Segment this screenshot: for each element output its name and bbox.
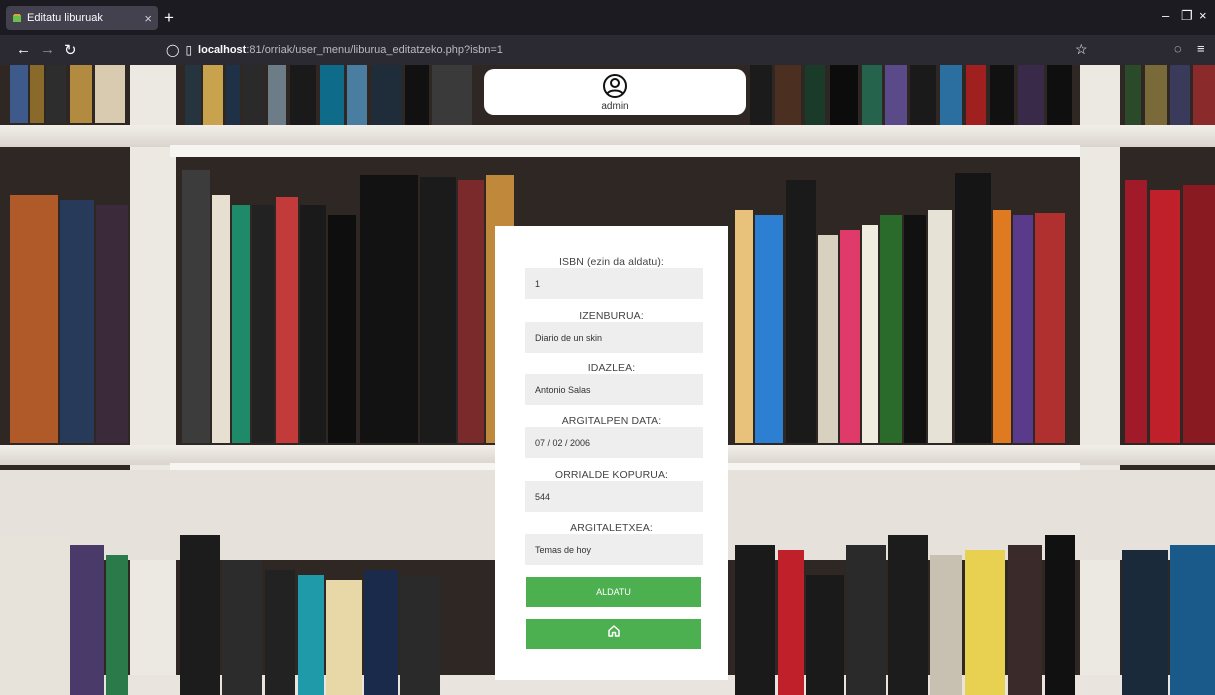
user-badge[interactable]: admin bbox=[484, 69, 746, 115]
url-bar[interactable]: ◯ ▯ localhost:81/orriak/user_menu/liburu… bbox=[158, 38, 1098, 62]
home-button[interactable] bbox=[526, 619, 701, 649]
page-count-field[interactable] bbox=[525, 481, 703, 512]
page-icon: ▯ bbox=[185, 43, 193, 57]
edit-book-form: ISBN (ezin da aldatu): IZENBURUA: IDAZLE… bbox=[495, 226, 728, 680]
back-arrow-icon[interactable]: ← bbox=[16, 41, 31, 58]
author-field[interactable] bbox=[525, 374, 703, 405]
home-icon bbox=[607, 620, 621, 650]
tab-title: Editatu liburuak bbox=[27, 12, 103, 24]
forward-arrow-icon[interactable]: → bbox=[40, 41, 55, 58]
submit-button[interactable]: ALDATU bbox=[526, 577, 701, 607]
window-close-button[interactable]: × bbox=[1199, 8, 1207, 23]
title-label: IZENBURUA: bbox=[579, 310, 644, 322]
shield-icon: ◯ bbox=[166, 43, 180, 57]
menu-icon[interactable]: ≡ bbox=[1197, 41, 1205, 56]
publisher-field[interactable] bbox=[525, 534, 703, 565]
isbn-field[interactable] bbox=[525, 268, 703, 299]
pocket-icon[interactable]: ◌ bbox=[1174, 41, 1182, 56]
bookmark-star-icon[interactable]: ☆ bbox=[1075, 41, 1088, 58]
username-label: admin bbox=[601, 101, 629, 112]
author-label: IDAZLEA: bbox=[587, 362, 636, 374]
maximize-button[interactable]: ❐ bbox=[1181, 8, 1193, 24]
tab-strip: Editatu liburuak × + – ❐ × bbox=[0, 0, 1215, 35]
navigation-bar: ← → ↻ ◯ ▯ localhost:81/orriak/user_menu/… bbox=[0, 35, 1215, 65]
reload-icon[interactable]: ↻ bbox=[64, 41, 77, 59]
url-path: :81/orriak/user_menu/liburua_editatzeko.… bbox=[246, 44, 503, 56]
new-tab-button[interactable]: + bbox=[164, 8, 174, 28]
minimize-button[interactable]: – bbox=[1162, 8, 1169, 23]
tab-close-icon[interactable]: × bbox=[144, 11, 152, 26]
title-field[interactable] bbox=[525, 322, 703, 353]
page-count-label: ORRIALDE KOPURUA: bbox=[554, 469, 669, 481]
publisher-label: ARGITALETXEA: bbox=[570, 522, 653, 534]
tab-favicon-icon bbox=[12, 13, 22, 23]
browser-tab[interactable]: Editatu liburuak × bbox=[6, 6, 158, 30]
publication-date-label: ARGITALPEN DATA: bbox=[561, 415, 662, 427]
isbn-label: ISBN (ezin da aldatu): bbox=[559, 256, 664, 268]
publication-date-field[interactable] bbox=[525, 427, 703, 458]
url-host: localhost bbox=[198, 44, 247, 56]
